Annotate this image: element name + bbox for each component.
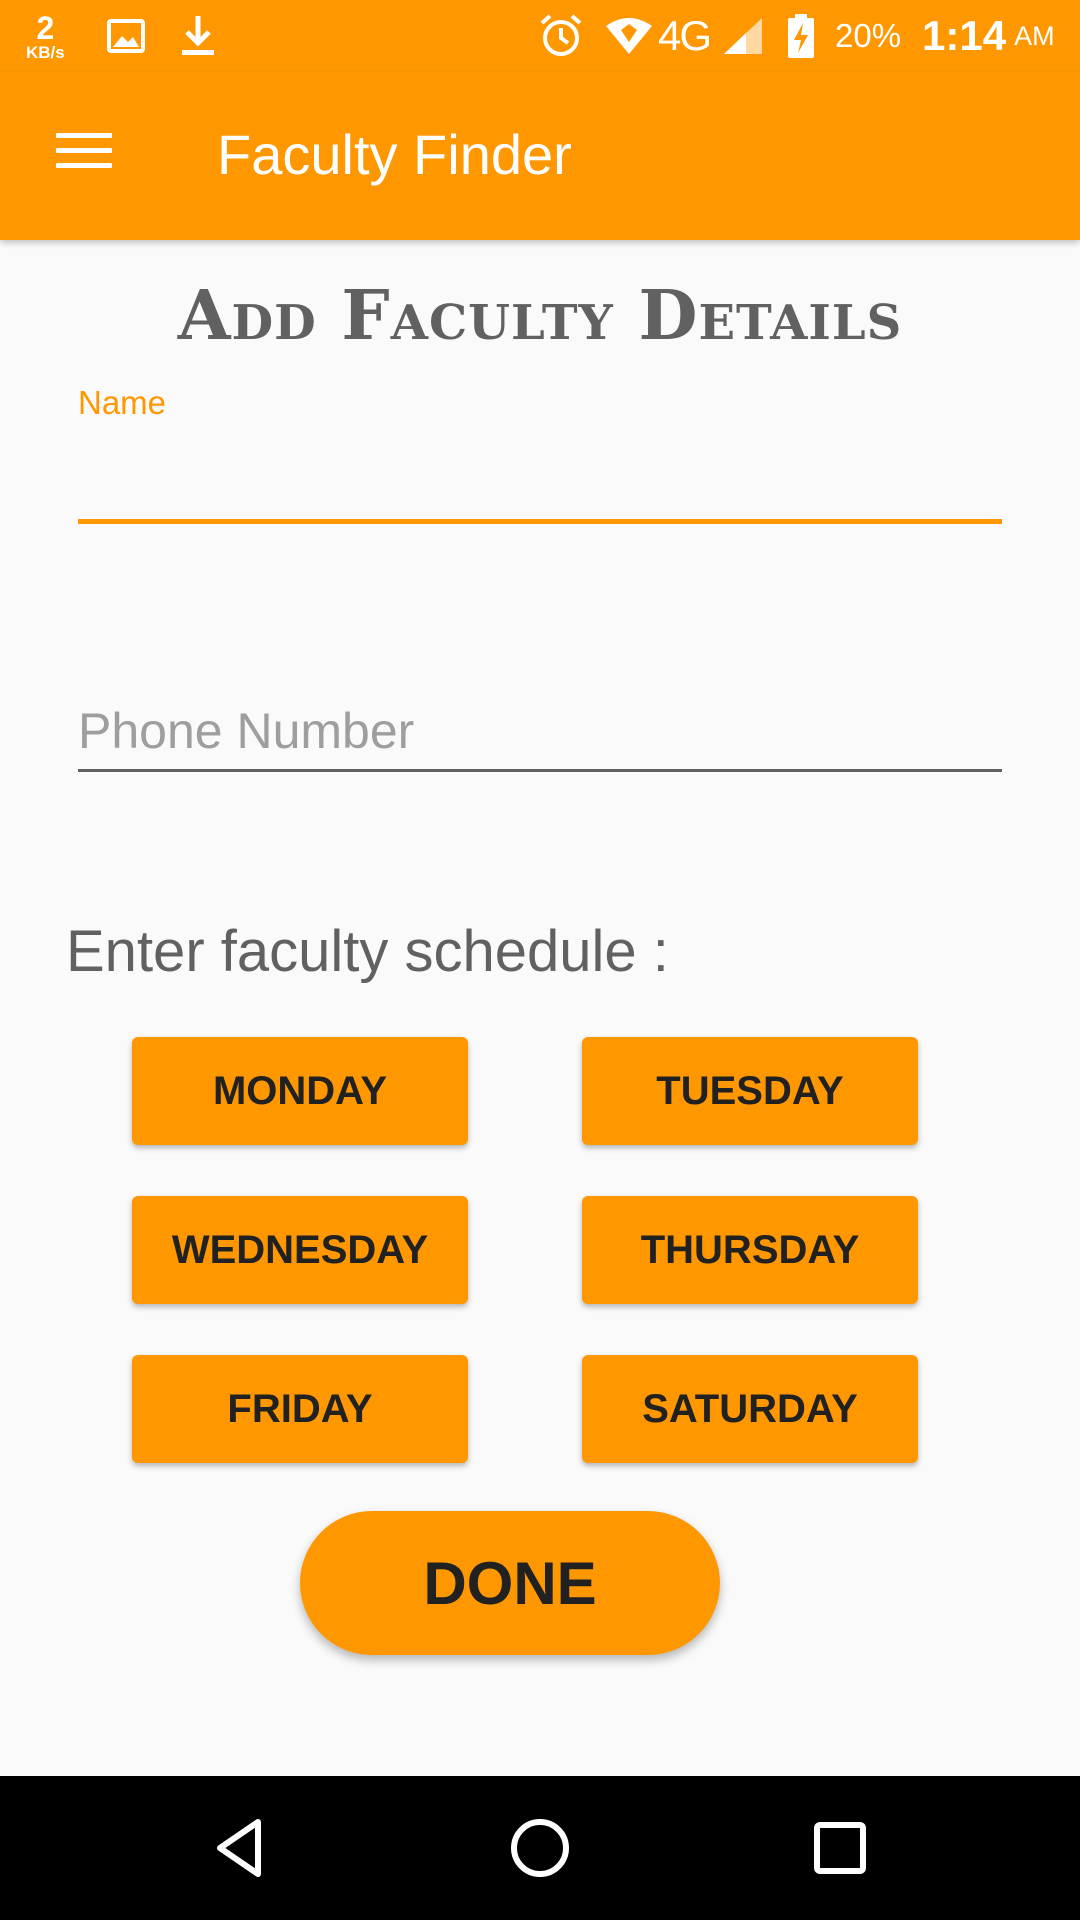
clock-ampm: AM: [1014, 20, 1055, 51]
network-speed-unit: KB/s: [26, 42, 65, 62]
status-bar: 2 KB/s 4G 20% 1:14 AM: [0, 0, 1080, 72]
tuesday-button[interactable]: TUESDAY: [582, 1037, 918, 1145]
done-button[interactable]: DONE: [300, 1511, 720, 1655]
app-toolbar: Faculty Finder: [0, 72, 1080, 240]
network-speed: 2 KB/s: [26, 0, 65, 72]
monday-button[interactable]: MONDAY: [132, 1037, 468, 1145]
signal-icon: [722, 0, 764, 72]
saturday-button[interactable]: SATURDAY: [582, 1355, 918, 1463]
recents-icon[interactable]: [790, 1798, 890, 1898]
clock-time: 1:14: [922, 12, 1007, 59]
download-icon: [178, 0, 218, 72]
home-icon[interactable]: [490, 1798, 590, 1898]
schedule-label: Enter faculty schedule :: [66, 919, 669, 984]
clock: 1:14 AM: [922, 0, 1055, 72]
wednesday-button[interactable]: WEDNESDAY: [132, 1196, 468, 1304]
image-icon: [106, 0, 146, 72]
wifi-icon: [604, 0, 654, 72]
app-title: Faculty Finder: [217, 123, 572, 186]
battery-percent: 20%: [835, 17, 902, 54]
hamburger-menu-icon[interactable]: [40, 118, 128, 182]
page-title: Add Faculty Details: [177, 276, 903, 356]
thursday-button[interactable]: THURSDAY: [582, 1196, 918, 1304]
network-type: 4G: [658, 12, 712, 59]
phone-number-input[interactable]: [78, 692, 1002, 772]
name-field-label: Name: [78, 384, 167, 421]
system-nav-bar: [0, 1776, 1080, 1920]
back-icon[interactable]: [190, 1798, 290, 1898]
battery-charging-icon: [786, 0, 816, 72]
friday-button[interactable]: FRIDAY: [132, 1355, 468, 1463]
alarm-icon: [538, 0, 584, 72]
network-speed-value: 2: [36, 9, 55, 46]
name-input[interactable]: [78, 444, 1002, 524]
